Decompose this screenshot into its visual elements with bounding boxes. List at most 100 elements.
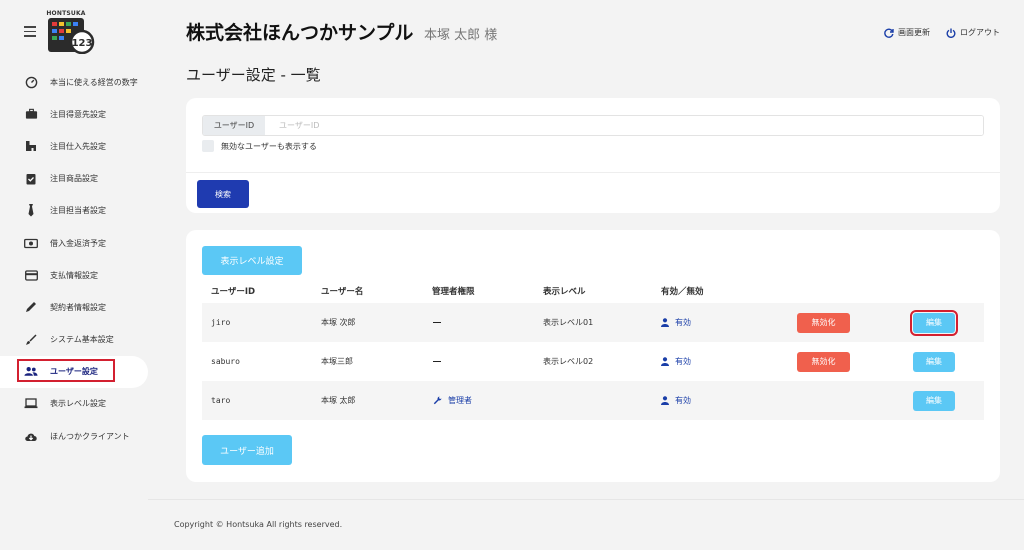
menu-icon[interactable] <box>24 26 36 37</box>
brush-icon <box>24 333 38 347</box>
logout-label: ログアウト <box>960 28 1000 37</box>
footer-copyright: Copyright © Hontsuka All rights reserved… <box>174 520 343 529</box>
sidebar-item-system[interactable]: システム基本設定 <box>0 324 148 356</box>
admin-cell <box>433 342 441 381</box>
disable-cell: 無効化 <box>797 303 850 342</box>
sidebar-item-label: 本当に使える経営の数字 <box>50 77 138 87</box>
sidebar-item-user-settings[interactable]: ユーザー設定 <box>0 355 148 388</box>
search-card: ユーザーID 無効なユーザーも表示する 検索 <box>186 98 1000 213</box>
edit-button[interactable]: 編集 <box>913 390 955 411</box>
table-row: jiro 本塚 次郎 表示レベル01 有効 無効化 編集 <box>202 303 984 342</box>
sidebar-item-management-numbers[interactable]: 本当に使える経営の数字 <box>0 66 148 98</box>
divider <box>186 172 1000 173</box>
footer-divider <box>148 499 1024 500</box>
sidebar-item-customers[interactable]: 注目得意先設定 <box>0 98 148 130</box>
status-badge: 有効 <box>661 395 691 406</box>
sidebar-item-label: 表示レベル設定 <box>50 399 106 409</box>
disable-cell: 無効化 <box>797 342 850 381</box>
logout-button[interactable]: ログアウト <box>946 27 1000 38</box>
sidebar-nav: 本当に使える経営の数字 注目得意先設定 注目仕入先設定 注目商品設定 注目担当者… <box>0 66 148 452</box>
admin-badge: 管理者 <box>433 395 472 406</box>
edit-cell: 編集 <box>913 342 955 381</box>
sidebar-item-products[interactable]: 注目商品設定 <box>0 163 148 195</box>
edit-cell: 編集 <box>910 303 958 342</box>
sidebar-item-staff[interactable]: 注目担当者設定 <box>0 195 148 227</box>
logo-text: HONTSUKA <box>46 10 86 17</box>
table-row: saburo 本塚三郎 表示レベル02 有効 無効化 編集 <box>202 342 984 381</box>
column-header-admin: 管理者権限 <box>432 287 475 297</box>
sidebar-item-label: ほんつかクライアント <box>50 431 130 441</box>
sidebar-item-client[interactable]: ほんつかクライアント <box>0 420 148 452</box>
tie-icon <box>24 204 38 218</box>
disable-button[interactable]: 無効化 <box>797 351 850 372</box>
dash-icon <box>433 321 441 324</box>
column-header-user-id: ユーザーID <box>211 287 256 297</box>
user-icon <box>661 357 669 366</box>
user-icon <box>661 396 669 405</box>
money-icon <box>24 236 38 250</box>
table-row: taro 本塚 太郎 管理者 有効 編集 <box>202 381 984 420</box>
column-header-display-level: 表示レベル <box>543 287 586 297</box>
display-level-settings-button[interactable]: 表示レベル設定 <box>202 246 302 275</box>
cloud-download-icon <box>24 429 38 443</box>
power-icon <box>946 28 956 38</box>
clipboard-check-icon <box>24 172 38 186</box>
show-inactive-checkbox[interactable] <box>202 140 214 152</box>
gauge-icon <box>24 75 38 89</box>
user-id-label: ユーザーID <box>203 116 265 135</box>
status-label: 有効 <box>675 318 691 327</box>
add-user-button[interactable]: ユーザー追加 <box>202 435 292 465</box>
disable-button[interactable]: 無効化 <box>797 312 850 333</box>
user-icon <box>661 318 669 327</box>
user-name-cell: 本塚三郎 <box>321 357 353 366</box>
building-icon <box>24 139 38 153</box>
edit-button[interactable]: 編集 <box>913 351 955 372</box>
user-id-cell: saburo <box>211 357 240 366</box>
admin-label: 管理者 <box>448 396 472 405</box>
sidebar-item-label: 注目得意先設定 <box>50 109 106 119</box>
column-header-user-name: ユーザー名 <box>321 287 364 297</box>
search-button[interactable]: 検索 <box>197 180 249 208</box>
logo[interactable]: HONTSUKA 123 <box>46 10 98 55</box>
user-table-card: 表示レベル設定 ユーザーID ユーザー名 管理者権限 表示レベル 有効／無効 j… <box>186 230 1000 482</box>
sidebar-item-label: 借入金返済予定 <box>50 238 106 248</box>
display-level-cell: 表示レベル01 <box>543 318 594 327</box>
status-label: 有効 <box>675 357 691 366</box>
display-level-cell: 表示レベル02 <box>543 357 594 366</box>
pen-icon <box>24 300 38 314</box>
column-header-status: 有効／無効 <box>661 287 704 297</box>
sidebar-item-label: 支払情報設定 <box>50 270 98 280</box>
sidebar-item-suppliers[interactable]: 注目仕入先設定 <box>0 130 148 162</box>
user-id-cell: taro <box>211 396 231 405</box>
status-cell: 有効 <box>661 303 691 342</box>
header-actions: 画面更新 ログアウト <box>884 27 1000 38</box>
company-name: 株式会社ほんつかサンプル <box>186 22 414 44</box>
show-inactive-option[interactable]: 無効なユーザーも表示する <box>202 140 317 152</box>
wrench-icon <box>433 396 442 405</box>
refresh-icon <box>884 28 894 38</box>
dash-icon <box>433 360 441 363</box>
table-header: ユーザーID ユーザー名 管理者権限 表示レベル 有効／無効 <box>202 283 984 301</box>
sidebar-item-display-level[interactable]: 表示レベル設定 <box>0 388 148 420</box>
admin-cell <box>433 303 441 342</box>
user-name: 本塚 太郎 様 <box>424 28 498 43</box>
sidebar-item-loans[interactable]: 借入金返済予定 <box>0 227 148 259</box>
sidebar-item-label: システム基本設定 <box>50 335 114 345</box>
refresh-button[interactable]: 画面更新 <box>884 27 930 38</box>
highlight-box <box>17 358 115 382</box>
edit-cell: 編集 <box>913 381 955 420</box>
svg-text:123: 123 <box>72 38 93 49</box>
admin-cell: 管理者 <box>433 381 472 420</box>
status-badge: 有効 <box>661 317 691 328</box>
sidebar-item-label: 注目担当者設定 <box>50 206 106 216</box>
sidebar: HONTSUKA 123 本当に使える経営の数字 注目得意先設定 注目仕入先設定… <box>0 0 148 550</box>
page-title: ユーザー設定 - 一覧 <box>186 66 321 84</box>
laptop-icon <box>24 397 38 411</box>
briefcase-icon <box>24 107 38 121</box>
user-id-input[interactable] <box>265 116 983 135</box>
sidebar-item-contract[interactable]: 契約者情報設定 <box>0 291 148 323</box>
sidebar-item-payment[interactable]: 支払情報設定 <box>0 259 148 291</box>
status-cell: 有効 <box>661 381 691 420</box>
edit-button[interactable]: 編集 <box>910 309 958 336</box>
user-id-cell: jiro <box>211 318 231 327</box>
